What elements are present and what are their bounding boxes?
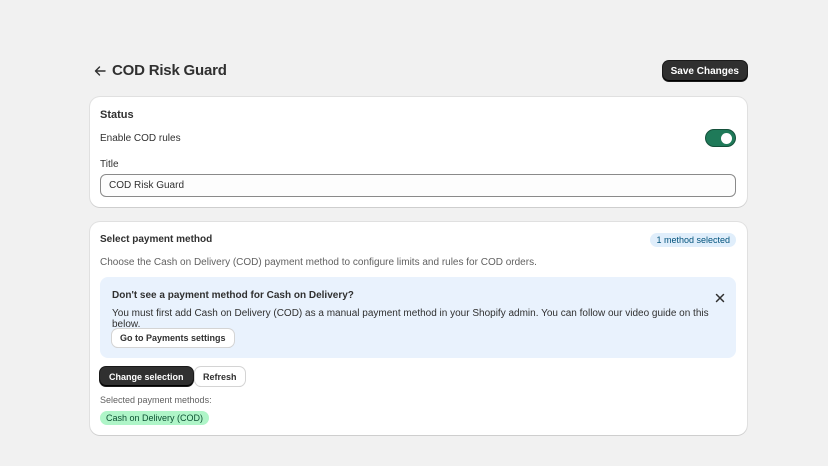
back-button[interactable]	[91, 61, 109, 81]
go-to-payments-settings-button[interactable]: Go to Payments settings	[112, 329, 234, 347]
info-banner: Don't see a payment method for Cash on D…	[100, 277, 736, 358]
close-icon	[715, 293, 725, 303]
page-header: COD Risk Guard Save Changes	[90, 61, 747, 81]
page-title: COD Risk Guard	[112, 62, 227, 79]
title-input[interactable]: COD Risk Guard	[100, 174, 736, 197]
close-banner-button[interactable]	[714, 291, 726, 303]
status-card: Status Enable COD rules Title COD Risk G…	[90, 97, 747, 207]
payment-method-heading: Select payment method	[100, 234, 213, 245]
refresh-button[interactable]: Refresh	[195, 367, 245, 386]
method-count-badge: 1 method selected	[650, 233, 736, 247]
selected-methods-label: Selected payment methods:	[100, 395, 212, 405]
status-heading: Status	[100, 109, 134, 121]
selected-method-tag: Cash on Delivery (COD)	[100, 411, 210, 425]
title-label: Title	[100, 159, 119, 170]
enable-cod-rules-label: Enable COD rules	[100, 133, 181, 144]
payment-method-description: Choose the Cash on Delivery (COD) paymen…	[100, 257, 537, 268]
enable-cod-rules-toggle[interactable]	[705, 129, 736, 147]
toggle-knob	[721, 133, 732, 144]
arrow-left-icon	[94, 66, 106, 76]
payment-method-card: Select payment method 1 method selected …	[90, 222, 747, 435]
banner-text: You must first add Cash on Delivery (COD…	[112, 308, 709, 330]
save-changes-button[interactable]: Save Changes	[662, 61, 747, 81]
change-selection-button[interactable]: Change selection	[100, 367, 193, 386]
banner-title: Don't see a payment method for Cash on D…	[112, 290, 354, 301]
